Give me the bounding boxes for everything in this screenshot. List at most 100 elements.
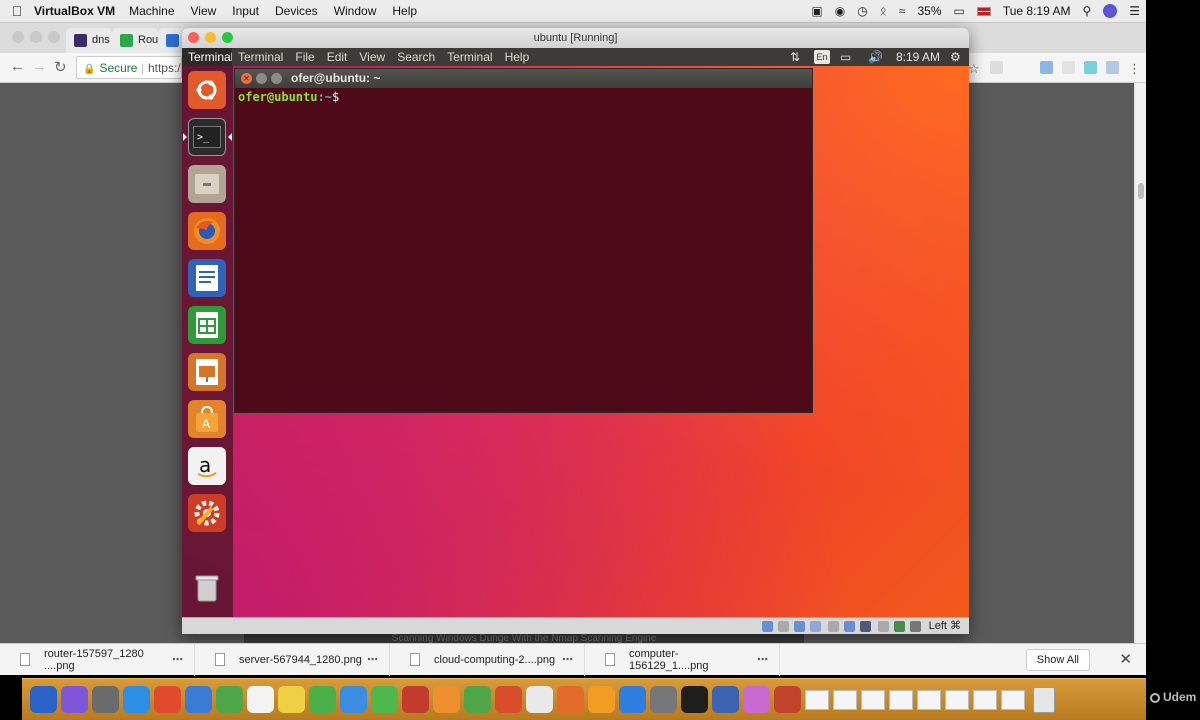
terminal-output[interactable]: ofer@ubuntu:~$	[235, 88, 812, 106]
dock-app-icon[interactable]	[371, 686, 398, 713]
libreoffice-writer-launcher-icon[interactable]	[188, 259, 226, 297]
dock-app-icon[interactable]	[588, 686, 615, 713]
dock-app-icon[interactable]	[557, 686, 584, 713]
menubar-clock[interactable]: Tue 8:19 AM	[1003, 4, 1071, 18]
dock-app-icon[interactable]	[340, 686, 367, 713]
extension-icon[interactable]	[1062, 61, 1075, 74]
download-item[interactable]: server-567944_1280.png ⋯	[195, 643, 390, 676]
chrome-menu-icon[interactable]: ⋮	[1128, 61, 1141, 76]
back-icon[interactable]: ←	[10, 58, 25, 75]
cc-icon[interactable]: ◉	[835, 4, 845, 18]
address-bar[interactable]: 🔒 Secure | https://	[76, 56, 182, 79]
download-more-icon[interactable]: ⋯	[757, 653, 779, 666]
download-item[interactable]: router-157597_1280 ....png ⋯	[0, 643, 195, 676]
menu-machine[interactable]: Machine	[129, 4, 174, 18]
vbox-usb-icon[interactable]	[828, 621, 839, 632]
ubuntu-menu-view[interactable]: View	[359, 50, 385, 64]
close-icon[interactable]: ✕	[1119, 650, 1132, 668]
app-menu-virtualbox[interactable]: VirtualBox VM	[34, 4, 115, 18]
vbox-hdd-icon[interactable]	[762, 621, 773, 632]
firefox-launcher-icon[interactable]	[188, 212, 226, 250]
dock-minimized-window-icon[interactable]	[917, 689, 941, 710]
chrome-scrollbar[interactable]	[1134, 83, 1146, 643]
download-item[interactable]: computer-156129_1....png ⋯	[585, 643, 780, 676]
vbox-host-key[interactable]: Left ⌘	[929, 619, 961, 632]
chrome-zoom-button[interactable]	[48, 31, 60, 43]
battery-percent[interactable]: 35%	[917, 4, 941, 18]
time-machine-icon[interactable]: ◷	[857, 4, 867, 18]
system-settings-launcher-icon[interactable]	[188, 494, 226, 532]
dock-minimized-window-icon[interactable]	[805, 689, 829, 710]
dock-app-icon[interactable]	[526, 686, 553, 713]
dock-app-icon[interactable]	[309, 686, 336, 713]
bluetooth-icon[interactable]: ᛟ	[880, 4, 887, 18]
dock-app-icon[interactable]	[681, 686, 708, 713]
extension-icon[interactable]	[1084, 61, 1097, 74]
dash-home-icon[interactable]	[188, 71, 226, 109]
dock-minimized-window-icon[interactable]	[833, 689, 857, 710]
vbox-zoom-button[interactable]	[222, 32, 233, 43]
siri-icon[interactable]	[1103, 4, 1118, 18]
download-more-icon[interactable]: ⋯	[562, 653, 584, 666]
dock-app-icon[interactable]	[650, 686, 677, 713]
dock-app-icon[interactable]	[464, 686, 491, 713]
chrome-close-button[interactable]	[12, 31, 24, 43]
apple-menu-icon[interactable]: 	[0, 3, 34, 19]
dock-app-icon[interactable]	[185, 686, 212, 713]
vbox-optical-icon[interactable]	[778, 621, 789, 632]
dock-minimized-window-icon[interactable]	[1001, 689, 1025, 710]
dock-app-icon[interactable]	[154, 686, 181, 713]
dock-app-icon[interactable]	[30, 686, 57, 713]
vbox-shared-folders-icon[interactable]	[844, 621, 855, 632]
extension-icon[interactable]	[1106, 61, 1119, 74]
battery-icon[interactable]: ▭	[954, 4, 965, 18]
spotlight-search-icon[interactable]: ⚲	[1082, 4, 1091, 18]
dock-minimized-window-icon[interactable]	[889, 689, 913, 710]
ubuntu-menu-file[interactable]: File	[295, 50, 314, 64]
dock-app-icon[interactable]	[247, 686, 274, 713]
vbox-network-icon[interactable]	[810, 621, 821, 632]
ubuntu-app-menu[interactable]: Terminal	[182, 48, 232, 66]
ubuntu-menu-terminal[interactable]: Terminal	[238, 50, 283, 64]
ubuntu-menu-search[interactable]: Search	[397, 50, 435, 64]
screen-record-icon[interactable]: ▣	[811, 4, 822, 18]
scrollbar-thumb[interactable]	[1138, 183, 1144, 199]
libreoffice-impress-launcher-icon[interactable]	[188, 353, 226, 391]
vbox-mouse-integration-icon[interactable]	[910, 621, 921, 632]
dock-app-icon[interactable]	[774, 686, 801, 713]
dock-app-icon[interactable]	[92, 686, 119, 713]
ubuntu-menu-help[interactable]: Help	[505, 50, 530, 64]
menu-view[interactable]: View	[191, 4, 217, 18]
amazon-launcher-icon[interactable]: a	[188, 447, 226, 485]
notification-center-icon[interactable]: ☰	[1129, 4, 1140, 18]
terminal-launcher-icon[interactable]: >_	[188, 118, 226, 156]
files-launcher-icon[interactable]	[188, 165, 226, 203]
dock-app-icon[interactable]	[123, 686, 150, 713]
vbox-display-icon[interactable]	[860, 621, 871, 632]
dock-app-icon[interactable]	[433, 686, 460, 713]
vbox-recording-icon[interactable]	[878, 621, 889, 632]
libreoffice-calc-launcher-icon[interactable]	[188, 306, 226, 344]
ubuntu-menu-terminal-2[interactable]: Terminal	[447, 50, 492, 64]
battery-indicator-icon[interactable]: ▭	[840, 48, 851, 66]
vbox-title-bar[interactable]: ubuntu [Running]	[182, 28, 969, 48]
terminal-window[interactable]: ✕ ofer@ubuntu: ~ ofer@ubuntu:~$	[234, 68, 813, 413]
network-transfer-icon[interactable]: ⇅	[790, 48, 800, 66]
ubuntu-menu-edit[interactable]: Edit	[327, 50, 348, 64]
extension-icon[interactable]	[1040, 61, 1053, 74]
extension-icon[interactable]	[990, 61, 1003, 74]
bookmark-star-icon[interactable]: ☆	[968, 61, 981, 76]
dock-minimized-window-icon[interactable]	[945, 689, 969, 710]
dock-app-icon[interactable]	[278, 686, 305, 713]
dock-app-icon[interactable]	[61, 686, 88, 713]
menu-devices[interactable]: Devices	[275, 4, 318, 18]
vbox-close-button[interactable]	[188, 32, 199, 43]
system-gear-icon[interactable]: ⚙	[950, 48, 961, 66]
vbox-audio-icon[interactable]	[794, 621, 805, 632]
download-more-icon[interactable]: ⋯	[367, 653, 389, 666]
show-all-downloads-button[interactable]: Show All	[1025, 649, 1090, 671]
trash-launcher-icon[interactable]	[188, 569, 226, 607]
terminal-minimize-icon[interactable]	[256, 73, 267, 84]
vbox-cpu-icon[interactable]	[894, 621, 905, 632]
wifi-icon[interactable]: ≈	[899, 4, 906, 18]
